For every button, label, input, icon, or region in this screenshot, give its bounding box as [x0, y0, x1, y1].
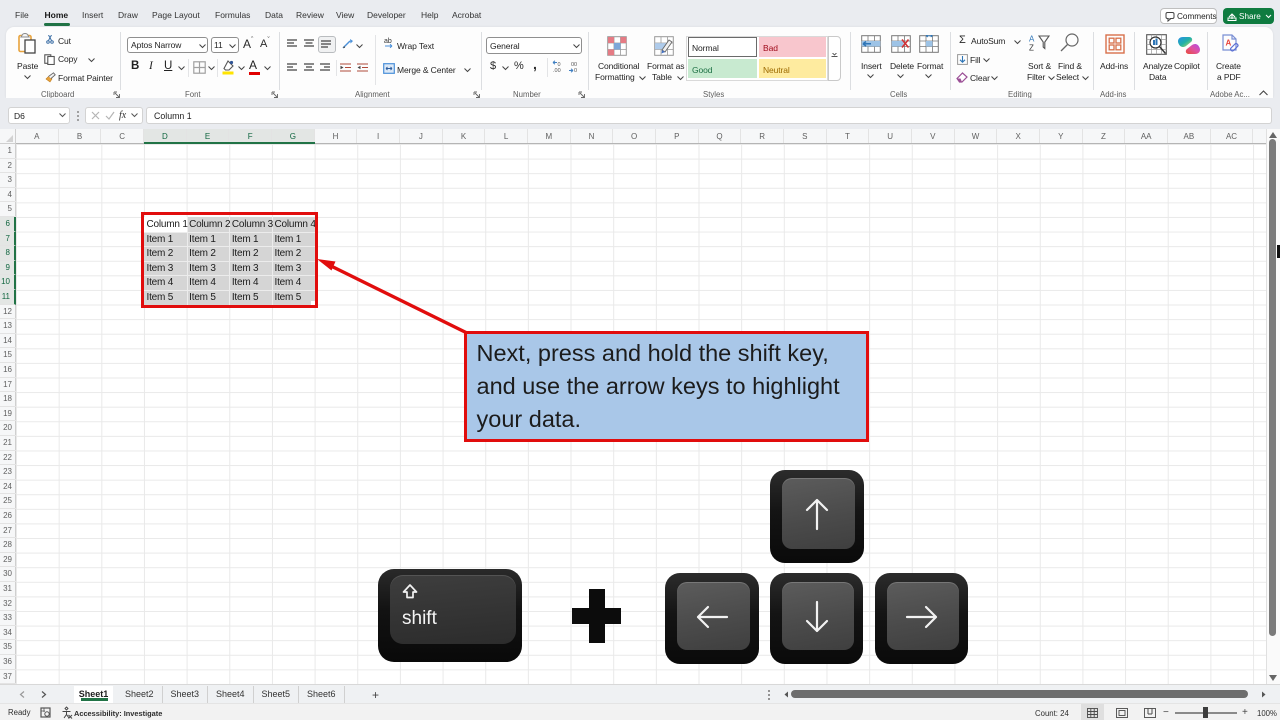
svg-text:.00: .00 — [553, 68, 561, 73]
svg-text:ab: ab — [384, 38, 392, 45]
svg-text:0: 0 — [574, 68, 577, 73]
svg-text:Z: Z — [1029, 44, 1034, 52]
svg-text:A: A — [1029, 35, 1035, 44]
svg-text:Share: Share — [1239, 12, 1261, 21]
svg-text:A: A — [1226, 39, 1232, 48]
svg-text:Comments: Comments — [1177, 12, 1217, 21]
